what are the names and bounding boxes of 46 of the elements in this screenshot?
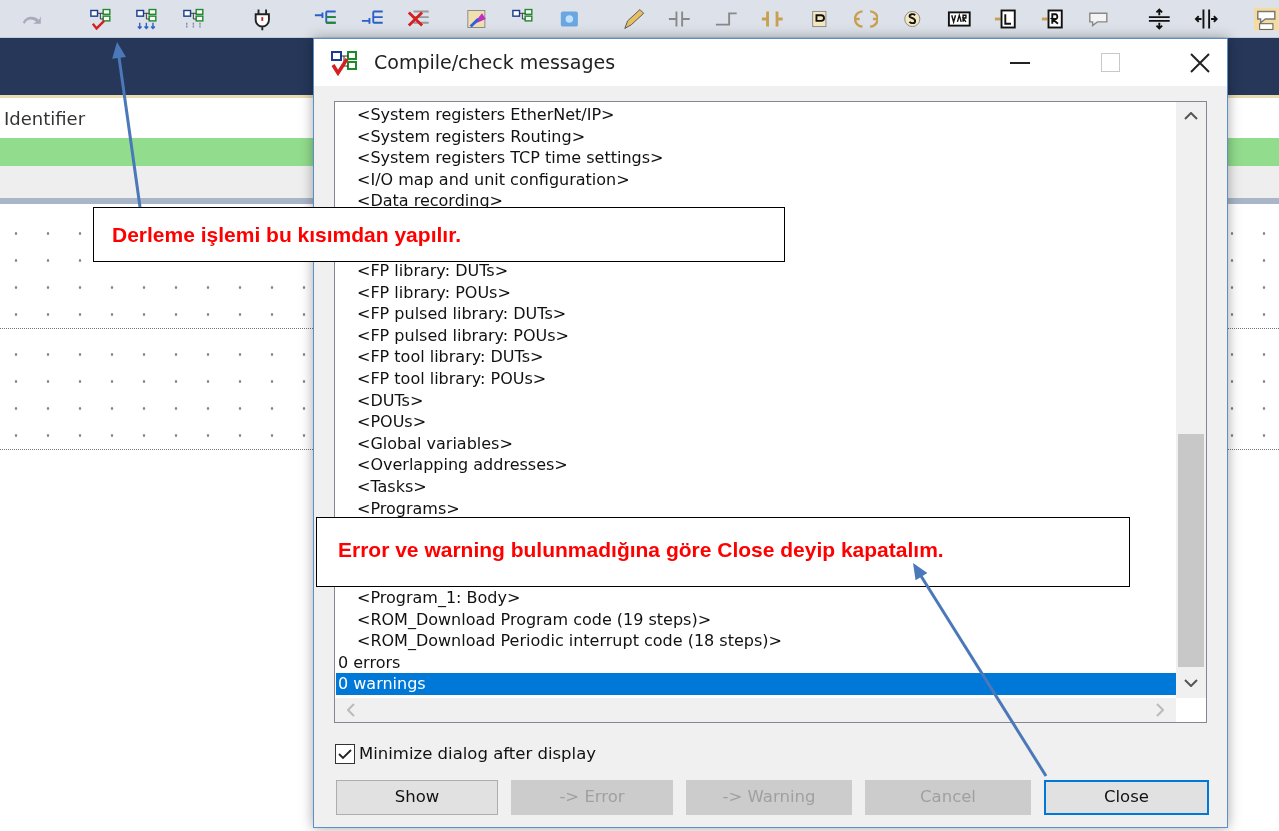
blocks-arrows-icon[interactable] — [135, 6, 160, 31]
annotation-tooltip: Error ve warning bulunmadığına göre Close deyip kapatalım. — [316, 517, 1130, 587]
message-row[interactable]: <FP pulsed library: POUs> — [336, 324, 1176, 347]
message-row[interactable]: 0 errors — [336, 651, 1176, 674]
dialog-title: Compile/check messages — [374, 50, 616, 76]
message-row[interactable]: <ROM_Download Periodic interrupt code (18 steps)> — [336, 630, 1176, 652]
checkbox-label: Minimize dialog after display — [359, 743, 596, 765]
message-row[interactable]: <System registers Routing> — [336, 125, 1176, 148]
scroll-right-icon — [1156, 703, 1164, 717]
horizontal-scrollbar[interactable] — [335, 698, 1176, 722]
message-row[interactable]: <System registers TCP time settings> — [336, 147, 1176, 169]
minimize-icon — [1010, 61, 1030, 64]
message-row[interactable]: <FP pulsed library: DUTs> — [336, 303, 1176, 325]
message-row[interactable]: <FP library: DUTs> — [336, 259, 1176, 282]
compile-check-icon — [330, 49, 360, 76]
message-row[interactable]: <POUs> — [336, 411, 1176, 433]
message-row[interactable]: 0 warnings — [336, 673, 1176, 696]
scroll-left-icon — [347, 703, 355, 717]
row-spacing-icon[interactable] — [1147, 6, 1172, 31]
checkmark-icon — [338, 748, 352, 760]
message-row[interactable]: <FP tool library: POUs> — [336, 367, 1176, 390]
message-row[interactable]: <Global variables> — [336, 432, 1176, 455]
dialog-button[interactable]: Show — [336, 779, 498, 815]
message-row[interactable]: <ROM_Download Program code (19 steps)> — [336, 608, 1176, 631]
message-row[interactable]: <Tasks> — [336, 475, 1176, 498]
message-row[interactable]: <FP tool library: DUTs> — [336, 346, 1176, 368]
message-row[interactable]: <Program_1: Body> — [336, 587, 1176, 609]
annotation-tooltip: Derleme işlemi bu kısımdan yapılır. — [93, 207, 785, 262]
message-row[interactable]: <Overlapping addresses> — [336, 454, 1176, 476]
message-row[interactable]: <I/O map and unit configuration> — [336, 168, 1176, 191]
close-icon — [1190, 52, 1210, 73]
column-header: Identifier — [4, 106, 86, 131]
scroll-up-icon — [1184, 112, 1198, 120]
checkbox[interactable] — [335, 744, 355, 765]
comment-variable-icon[interactable] — [1254, 6, 1279, 31]
message-row[interactable]: <Programs> — [336, 497, 1176, 520]
maximize-icon — [1100, 53, 1120, 72]
message-row[interactable]: <FP library: POUs> — [336, 281, 1176, 304]
blocks-check-icon[interactable] — [88, 6, 114, 31]
scrollbar-thumb[interactable] — [1178, 434, 1204, 667]
dialog-button[interactable]: Close — [1044, 779, 1209, 815]
message-row[interactable]: <DUTs> — [336, 389, 1176, 412]
scroll-down-icon — [1184, 679, 1198, 687]
blocks-arrows-icon[interactable] — [181, 6, 207, 31]
vertical-scrollbar[interactable] — [1176, 102, 1206, 698]
message-row[interactable]: <System registers EtherNet/IP> — [336, 104, 1176, 126]
